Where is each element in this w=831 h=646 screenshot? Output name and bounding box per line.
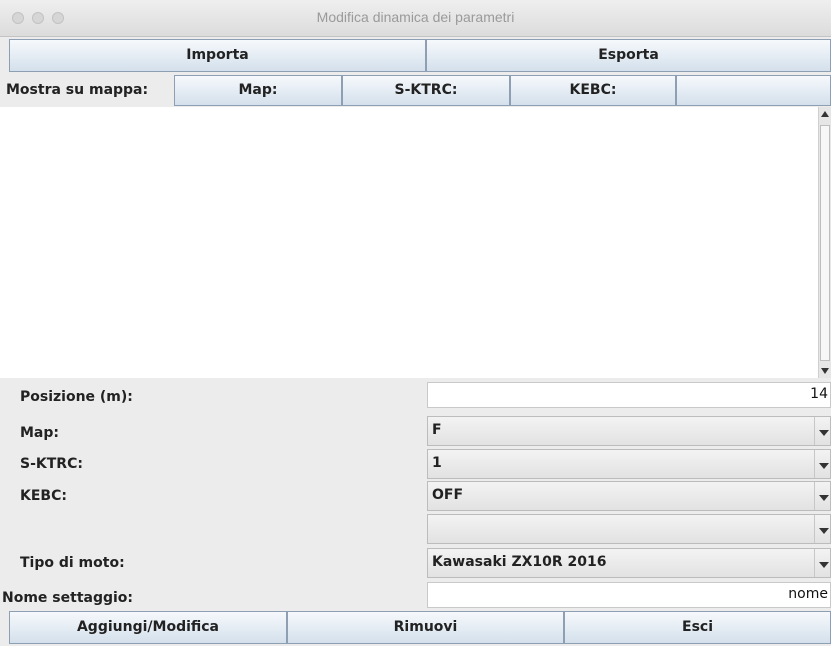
exit-label: Esci — [682, 619, 713, 635]
sktrc-select-value: 1 — [432, 455, 442, 471]
sktrc-label: S-KTRC: — [20, 456, 83, 472]
vertical-scrollbar[interactable] — [818, 107, 831, 378]
nome-settaggio-input[interactable]: nome — [427, 582, 831, 608]
chevron-down-icon[interactable] — [814, 482, 830, 510]
remove-button[interactable]: Rimuovi — [287, 611, 564, 644]
extra-select[interactable] — [427, 514, 831, 544]
tipo-moto-label: Tipo di moto: — [20, 555, 125, 571]
scroll-down-icon[interactable] — [821, 368, 829, 374]
extra-toggle-button[interactable] — [676, 75, 831, 106]
chevron-down-icon[interactable] — [814, 549, 830, 577]
sktrc-toggle-button[interactable]: S-KTRC: — [342, 75, 510, 106]
show-on-map-label: Mostra su mappa: — [6, 82, 149, 98]
window-titlebar: Modifica dinamica dei parametri — [0, 0, 831, 37]
sktrc-select[interactable]: 1 — [427, 449, 831, 479]
add-modify-label: Aggiungi/Modifica — [76, 619, 220, 635]
tipo-moto-select-value: Kawasaki ZX10R 2016 — [432, 554, 607, 570]
parameters-text-area[interactable] — [0, 107, 818, 378]
kebc-toggle-label: KEBC: — [569, 82, 617, 98]
nome-settaggio-value: nome — [788, 586, 828, 602]
exit-button[interactable]: Esci — [564, 611, 831, 644]
tipo-moto-select[interactable]: Kawasaki ZX10R 2016 — [427, 548, 831, 578]
kebc-select-value: OFF — [432, 487, 464, 503]
sktrc-toggle-label: S-KTRC: — [394, 82, 458, 98]
chevron-down-icon[interactable] — [814, 515, 830, 543]
map-label: Map: — [20, 425, 59, 441]
import-button-label: Importa — [186, 47, 249, 63]
nome-settaggio-label: Nome settaggio: — [2, 590, 134, 606]
window-title: Modifica dinamica dei parametri — [316, 9, 515, 25]
posizione-label: Posizione (m): — [20, 389, 133, 405]
map-select-value: F — [432, 422, 442, 438]
chevron-down-icon[interactable] — [814, 450, 830, 478]
map-toggle-label: Map: — [238, 82, 278, 98]
scroll-thumb[interactable] — [820, 125, 830, 361]
posizione-input[interactable]: 14 — [427, 382, 831, 408]
kebc-select[interactable]: OFF — [427, 481, 831, 511]
scroll-up-icon[interactable] — [821, 111, 829, 117]
import-button[interactable]: Importa — [9, 39, 426, 72]
add-modify-button[interactable]: Aggiungi/Modifica — [9, 611, 287, 644]
kebc-label: KEBC: — [20, 488, 67, 504]
kebc-toggle-button[interactable]: KEBC: — [510, 75, 676, 106]
export-button-label: Esporta — [598, 47, 659, 63]
chevron-down-icon[interactable] — [814, 417, 830, 445]
remove-label: Rimuovi — [393, 619, 458, 635]
export-button[interactable]: Esporta — [426, 39, 831, 72]
map-select[interactable]: F — [427, 416, 831, 446]
posizione-value: 14 — [810, 386, 828, 402]
map-toggle-button[interactable]: Map: — [174, 75, 342, 106]
